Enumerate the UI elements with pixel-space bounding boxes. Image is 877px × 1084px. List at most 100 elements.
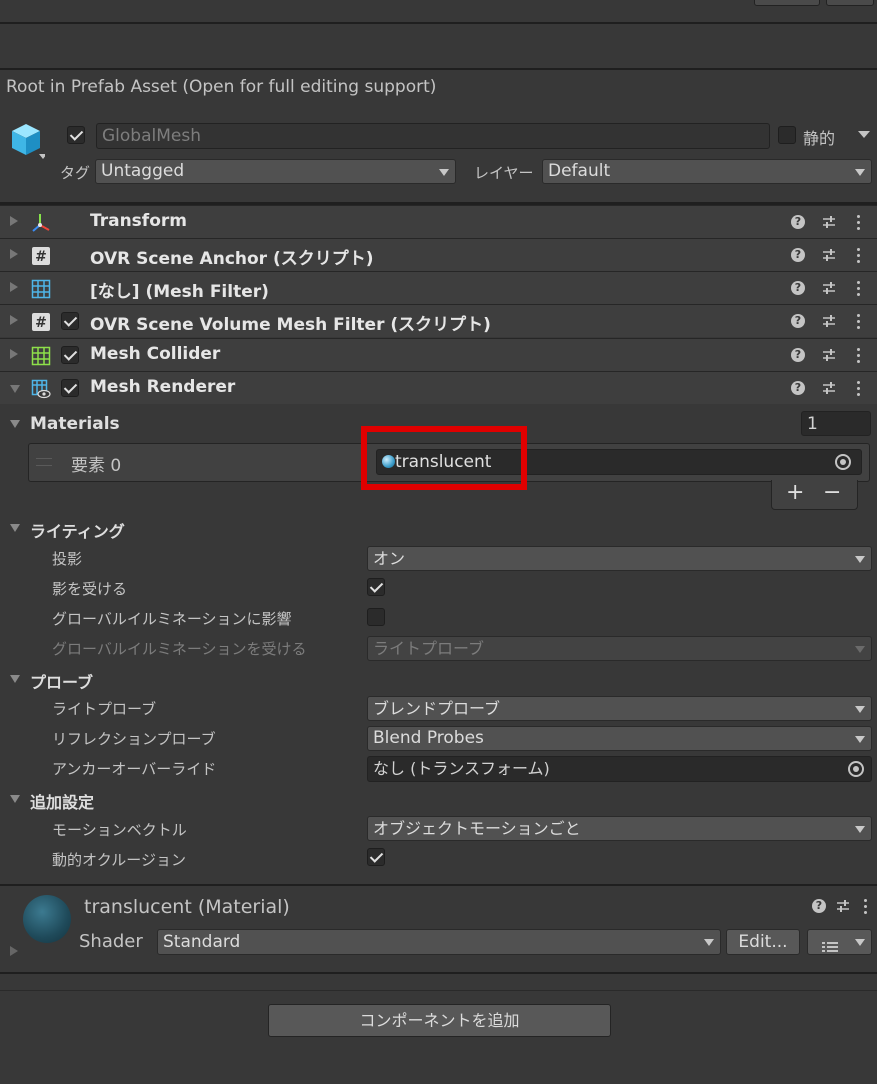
help-icon[interactable]: ? [791, 281, 805, 295]
component-enabled-checkbox[interactable] [61, 312, 79, 330]
materials-fold-icon[interactable] [10, 420, 20, 428]
more-options-icon[interactable] [857, 281, 861, 297]
contribute-gi-checkbox[interactable] [367, 608, 385, 626]
object-picker-icon[interactable] [835, 454, 851, 470]
object-picker-icon[interactable] [848, 761, 864, 777]
anchor-override-value: なし (トランスフォーム) [373, 759, 550, 778]
component-title: [なし] (Mesh Filter) [90, 282, 269, 302]
mesh-collider-icon [31, 346, 51, 366]
help-icon[interactable]: ? [791, 314, 805, 328]
chevron-down-icon [855, 705, 865, 713]
help-icon[interactable]: ? [791, 248, 805, 262]
preset-icon[interactable] [821, 247, 837, 263]
shader-edit-button[interactable]: Edit... [726, 929, 800, 955]
component-enabled-checkbox[interactable] [61, 346, 79, 364]
motion-vectors-dropdown[interactable]: オブジェクトモーションごと [367, 816, 872, 841]
more-options-icon[interactable] [857, 314, 861, 330]
component-ovr-scene-anchor[interactable]: # OVR Scene Anchor (スクリプト) ? [0, 238, 877, 271]
more-options-icon[interactable] [864, 899, 868, 915]
add-element-button[interactable]: + [786, 480, 804, 505]
component-mesh-collider[interactable]: Mesh Collider ? [0, 338, 877, 371]
receive-shadows-label: 影を受ける [52, 580, 128, 598]
reflection-probes-dropdown[interactable]: Blend Probes [367, 726, 872, 751]
anchor-override-field[interactable]: なし (トランスフォーム) [367, 756, 872, 782]
more-options-icon[interactable] [857, 381, 861, 397]
chevron-down-icon [704, 939, 714, 946]
receive-gi-label: グローバルイルミネーションを受ける [52, 640, 307, 658]
shader-options-button[interactable] [807, 929, 872, 955]
fold-arrow-icon[interactable] [10, 315, 18, 325]
chevron-down-icon [855, 168, 865, 176]
component-transform[interactable]: Transform ? [0, 205, 877, 238]
cast-shadows-dropdown[interactable]: オン [367, 546, 872, 571]
light-probes-value: ブレンドプローブ [373, 699, 501, 718]
add-component-button[interactable]: コンポーネントを追加 [268, 1004, 611, 1037]
dynamic-occlusion-checkbox[interactable] [367, 848, 385, 866]
shader-value: Standard [163, 932, 241, 952]
tag-dropdown[interactable]: Untagged [95, 159, 456, 184]
remove-element-button[interactable]: − [823, 480, 841, 505]
more-options-icon[interactable] [857, 215, 861, 231]
receive-shadows-checkbox[interactable] [367, 578, 385, 596]
materials-count-field[interactable]: 1 [801, 411, 871, 436]
drag-handle-icon[interactable] [36, 458, 52, 466]
chevron-down-icon [855, 555, 865, 563]
motion-vectors-value: オブジェクトモーションごと [373, 819, 581, 838]
preset-icon[interactable] [821, 280, 837, 296]
help-icon[interactable]: ? [791, 381, 805, 395]
component-ovr-scene-volume-mesh-filter[interactable]: # OVR Scene Volume Mesh Filter (スクリプト) ? [0, 304, 877, 337]
preset-icon[interactable] [821, 313, 837, 329]
component-title: OVR Scene Volume Mesh Filter (スクリプト) [90, 315, 491, 335]
help-icon[interactable]: ? [791, 215, 805, 229]
tag-value: Untagged [101, 161, 185, 181]
static-dropdown-arrow-icon[interactable] [858, 131, 870, 138]
preset-icon[interactable] [835, 898, 851, 914]
additional-settings-label: 追加設定 [30, 793, 95, 812]
fold-arrow-icon[interactable] [10, 349, 18, 359]
component-enabled-checkbox[interactable] [61, 379, 79, 397]
component-mesh-filter[interactable]: [なし] (Mesh Filter) ? [0, 271, 877, 304]
toolbar-button-partial-2[interactable] [826, 0, 874, 6]
preset-icon[interactable] [821, 214, 837, 230]
light-probes-dropdown[interactable]: ブレンドプローブ [367, 696, 872, 721]
contribute-gi-label: グローバルイルミネーションに影響 [52, 610, 292, 628]
material-fold-icon[interactable] [10, 946, 18, 956]
preset-icon[interactable] [821, 380, 837, 396]
svg-text:#: # [35, 315, 47, 331]
help-icon[interactable]: ? [791, 348, 805, 362]
light-probes-label: ライトプローブ [52, 700, 157, 718]
layer-label: レイヤー [474, 164, 534, 182]
fold-arrow-icon[interactable] [10, 249, 18, 259]
chevron-down-icon [855, 735, 865, 743]
fold-arrow-icon[interactable] [10, 282, 18, 292]
additional-fold-icon[interactable] [10, 795, 20, 803]
gameobject-name-field[interactable]: GlobalMesh [96, 123, 770, 149]
more-options-icon[interactable] [857, 348, 861, 364]
chevron-down-icon [855, 939, 865, 946]
toolbar-button-partial-1[interactable] [754, 0, 820, 6]
lighting-fold-icon[interactable] [10, 524, 20, 532]
preset-icon[interactable] [821, 347, 837, 363]
more-options-icon[interactable] [857, 248, 861, 264]
divider [0, 972, 877, 974]
motion-vectors-label: モーションベクトル [52, 821, 187, 839]
receive-gi-value: ライトプローブ [373, 639, 485, 658]
receive-gi-dropdown: ライトプローブ [367, 636, 872, 661]
component-title: OVR Scene Anchor (スクリプト) [90, 249, 374, 269]
fold-arrow-icon[interactable] [10, 216, 18, 226]
script-icon: # [31, 312, 51, 332]
component-mesh-renderer[interactable]: Mesh Renderer ? [0, 371, 877, 404]
help-icon[interactable]: ? [812, 899, 826, 913]
static-checkbox[interactable] [778, 126, 796, 144]
reflection-probes-value: Blend Probes [373, 728, 484, 748]
fold-arrow-icon[interactable] [10, 385, 20, 393]
gameobject-cube-icon[interactable] [9, 122, 47, 164]
layer-dropdown[interactable]: Default [542, 159, 872, 184]
material-element-label: 要素 0 [71, 456, 122, 476]
gameobject-active-checkbox[interactable] [67, 126, 85, 144]
dynamic-occlusion-label: 動的オクルージョン [52, 851, 186, 869]
probes-fold-icon[interactable] [10, 675, 20, 683]
shader-dropdown[interactable]: Standard [157, 929, 721, 955]
add-component-label: コンポーネントを追加 [359, 1011, 520, 1030]
materials-label: Materials [30, 414, 120, 434]
